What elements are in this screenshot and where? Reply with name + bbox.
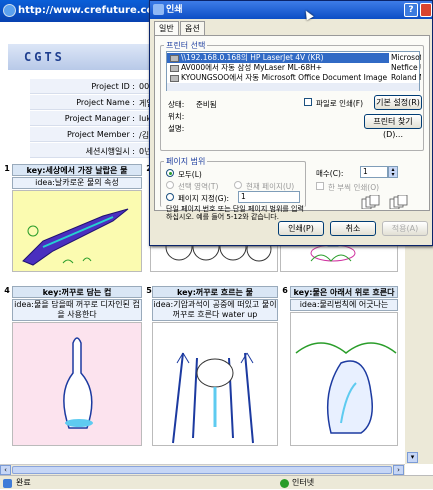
- range-all-radio[interactable]: [166, 169, 174, 177]
- range-current-radio[interactable]: [234, 181, 242, 189]
- print-dialog: 인쇄 ? 일반 옵션 프린터 선택 \\192.168.0.168의 HP La…: [149, 0, 433, 246]
- cell-number: 6: [282, 286, 288, 295]
- ie-icon: [3, 4, 16, 17]
- printer-icon: [170, 55, 179, 62]
- cell-sketch-image[interactable]: [152, 322, 278, 446]
- tab-options[interactable]: 옵션: [180, 21, 205, 35]
- printer-item[interactable]: Netfice Ul: [391, 63, 421, 73]
- project-member-label: Project Member :: [66, 130, 135, 139]
- preferences-button[interactable]: 기본 설정(R): [374, 95, 422, 110]
- printer-icon: [153, 4, 164, 15]
- printer-list-scrollbar[interactable]: [167, 83, 419, 91]
- copies-input[interactable]: 1: [360, 166, 388, 178]
- scroll-thumb[interactable]: [12, 466, 392, 474]
- printer-item[interactable]: Microsoft: [391, 53, 421, 63]
- range-pages-radio[interactable]: [166, 193, 174, 201]
- copies-spinner[interactable]: ▴ ▾: [388, 166, 398, 178]
- zone-text: 인터넷: [292, 478, 315, 487]
- status-label: 상태:: [168, 100, 185, 109]
- range-selection-radio[interactable]: [166, 181, 174, 189]
- collate-label: 한 부씩 인쇄(O): [328, 183, 380, 192]
- site-logo[interactable]: CGTS: [24, 50, 65, 64]
- tab-general[interactable]: 일반: [154, 21, 179, 35]
- find-printer-button[interactable]: 프린터 찾기(D)...: [364, 114, 422, 139]
- cell-sketch-image[interactable]: [290, 312, 398, 446]
- project-manager-label: Project Manager :: [64, 114, 135, 123]
- cell-key: key:꺼꾸로 담는 컵: [12, 286, 142, 298]
- printer-item-selected[interactable]: \\192.168.0.168의 HP LaserJet 4V (KR): [167, 53, 389, 63]
- cell-idea: idea:물을 담을때 꺼꾸로 디자인된 컵을 사용한다: [12, 299, 142, 321]
- copies-label: 매수(C):: [316, 169, 344, 178]
- status-value: 준비됨: [196, 100, 217, 109]
- page-done-icon: [3, 479, 12, 488]
- printer-icon: [170, 75, 179, 82]
- close-icon[interactable]: [420, 3, 432, 17]
- project-id-label: Project ID :: [91, 82, 135, 91]
- scroll-down-arrow-icon[interactable]: ▾: [407, 452, 418, 463]
- printer-item[interactable]: KYOUNGSOO에서 자동 Microsoft Office Document…: [167, 73, 389, 83]
- range-pages-input[interactable]: 1: [238, 191, 300, 203]
- status-text: 완료: [16, 478, 31, 487]
- collate-preview-icon: [360, 194, 422, 210]
- scroll-right-arrow-icon[interactable]: ›: [393, 465, 404, 475]
- project-name-label: Project Name :: [76, 98, 135, 107]
- cell-sketch-image[interactable]: [12, 322, 142, 446]
- print-to-file-checkbox[interactable]: [304, 98, 312, 106]
- vertical-scrollbar[interactable]: ▾: [405, 246, 433, 464]
- printer-item[interactable]: Roland M(: [391, 73, 421, 83]
- range-hint: 단일 페이지 번호 또는 단일 페이지 범위를 입력하십시오. 예를 들어 5-…: [166, 205, 304, 221]
- collate-checkbox[interactable]: [316, 182, 324, 190]
- scroll-left-arrow-icon[interactable]: ‹: [0, 465, 11, 475]
- comment-label: 설명:: [168, 124, 185, 133]
- session-date-label: 세션시행일시 :: [85, 147, 135, 156]
- cell-number: 4: [4, 286, 10, 295]
- cell-key: key:물은 아래서 위로 흐른다: [290, 286, 398, 298]
- range-pages-label: 페이지 지정(G):: [178, 194, 230, 203]
- cell-key: key:꺼꾸로 흐르는 물: [152, 286, 278, 298]
- cell-sketch-image[interactable]: [12, 190, 142, 272]
- cell-idea: idea:물리법칙에 어긋나는: [290, 299, 398, 311]
- internet-zone-icon: [280, 479, 289, 488]
- dialog-title-bar[interactable]: 인쇄: [150, 1, 432, 19]
- apply-button[interactable]: 적용(A): [382, 221, 428, 236]
- range-all-label: 모두(L): [178, 170, 202, 179]
- location-label: 위치:: [168, 112, 185, 121]
- range-selection-label: 선택 영역(T): [178, 182, 219, 191]
- help-button[interactable]: ?: [404, 3, 418, 17]
- cell-number: 1: [4, 164, 10, 173]
- page-range-title: 페이지 범위: [164, 156, 208, 167]
- printer-icon: [170, 65, 179, 72]
- cell-idea: idea:기압과석이 공중에 떠있고 물이 꺼꾸로 흐른다 water up: [152, 299, 278, 321]
- cell-idea: idea:날카로운 물의 속성: [12, 177, 142, 189]
- cell-key: key:세상에서 가장 날랍은 물: [12, 164, 142, 176]
- printer-list[interactable]: \\192.168.0.168의 HP LaserJet 4V (KR) AV0…: [166, 51, 421, 91]
- print-to-file-label: 파일로 인쇄(F): [316, 99, 364, 108]
- horizontal-scrollbar[interactable]: ‹ ›: [0, 464, 405, 475]
- status-bar: 완료 인터넷: [0, 475, 433, 489]
- printer-item[interactable]: AV000에서 자동 삼성 MyLaser ML-68H+: [167, 63, 389, 73]
- cancel-button[interactable]: 취소: [330, 221, 376, 236]
- dialog-title: 인쇄: [166, 5, 183, 15]
- print-button[interactable]: 인쇄(P): [278, 221, 324, 236]
- printer-group-title: 프린터 선택: [164, 40, 208, 51]
